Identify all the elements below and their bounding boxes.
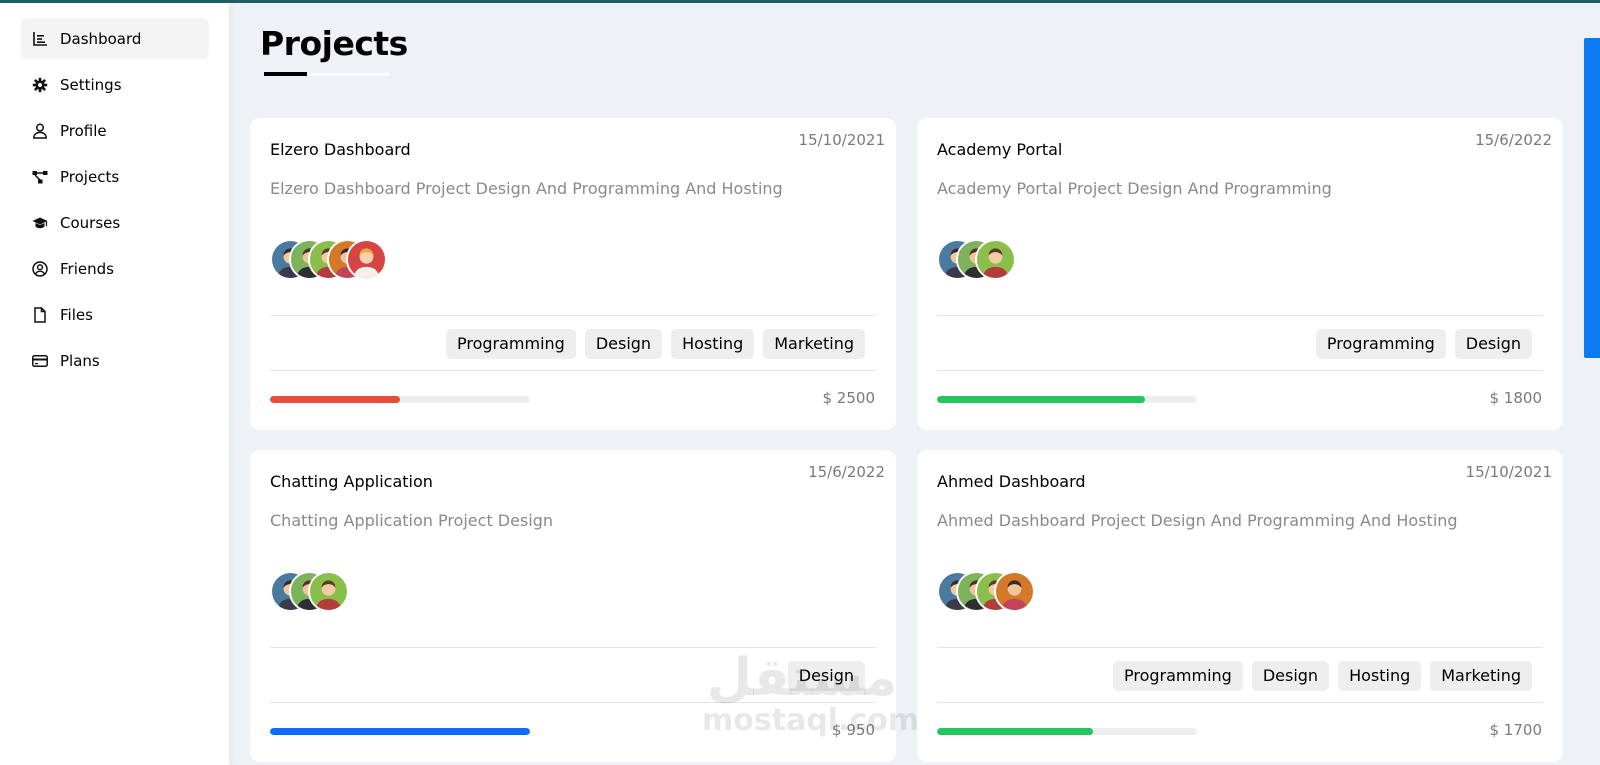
progress-fill [270,396,400,403]
sidebar-item-courses[interactable]: Courses [21,202,209,243]
tag[interactable]: Marketing [763,329,865,359]
tag[interactable]: Marketing [1430,661,1532,691]
tag[interactable]: Design [787,661,865,691]
project-progress-bar [937,728,1197,735]
credit-card-icon [32,353,48,369]
scrollbar-thumb[interactable] [1584,38,1600,358]
project-price: $ 1800 [1489,389,1543,407]
project-description: Academy Portal Project Design And Progra… [937,179,1332,198]
project-title[interactable]: Elzero Dashboard [270,140,411,159]
project-title[interactable]: Chatting Application [270,472,433,491]
project-tags: Programming Design Hosting Marketing [1112,661,1532,691]
sidebar-item-label: Friends [60,259,114,278]
project-title[interactable]: Academy Portal [937,140,1062,159]
user-icon [32,123,48,139]
divider [937,370,1543,371]
sidebar-item-label: Plans [60,351,100,370]
divider [270,647,876,648]
avatar[interactable] [994,571,1035,612]
divider [937,702,1543,703]
project-price: $ 2500 [822,389,876,407]
project-progress-bar [270,396,530,403]
project-progress-bar [937,396,1197,403]
divider [270,702,876,703]
tag[interactable]: Design [1454,329,1532,359]
title-underline [264,72,307,76]
tag[interactable]: Design [1251,661,1330,691]
project-tags: Programming Design Hosting Marketing [445,329,865,359]
sidebar-item-label: Profile [60,121,107,140]
sidebar-item-plans[interactable]: Plans [21,340,209,381]
avatar[interactable] [308,571,349,612]
sidebar: Dashboard Settings Profile Projects Cour… [0,3,229,765]
project-date: 15/10/2021 [798,131,885,149]
project-progress-bar [270,728,530,735]
sidebar-item-dashboard[interactable]: Dashboard [21,18,209,59]
project-card-ahmed-dashboard: 15/10/2021 Ahmed Dashboard Ahmed Dashboa… [917,450,1563,762]
user-circle-icon [32,260,48,277]
project-card-chatting-application: 15/6/2022 Chatting Application Chatting … [250,450,896,762]
tag[interactable]: Programming [1315,329,1446,359]
page-title: Projects [260,24,408,63]
sidebar-item-label: Dashboard [60,29,142,48]
sidebar-item-projects[interactable]: Projects [21,156,209,197]
sidebar-item-settings[interactable]: Settings [21,64,209,105]
progress-fill [270,728,530,735]
project-tags: Design [787,661,865,691]
sidebar-item-label: Courses [60,213,121,232]
project-card-academy-portal: 15/6/2022 Academy Portal Academy Portal … [917,118,1563,430]
sidebar-item-label: Settings [60,75,122,94]
diagram-icon [32,169,48,185]
sidebar-item-friends[interactable]: Friends [21,248,209,289]
tag[interactable]: Programming [1112,661,1243,691]
project-price: $ 950 [832,721,875,739]
sidebar-item-label: Files [60,305,93,324]
project-tags: Programming Design [1315,329,1532,359]
project-team-avatars [937,239,1016,281]
project-description: Ahmed Dashboard Project Design And Progr… [937,511,1458,530]
divider [270,315,876,316]
project-price: $ 1700 [1489,721,1543,739]
avatar[interactable] [346,239,387,280]
divider [937,647,1543,648]
progress-fill [937,396,1145,403]
divider [937,315,1543,316]
project-date: 15/6/2022 [1475,131,1552,149]
avatar[interactable] [975,239,1016,280]
sidebar-item-label: Projects [60,167,120,186]
tag[interactable]: Hosting [671,329,755,359]
top-border [0,0,1600,3]
chart-icon [32,31,48,47]
tag[interactable]: Design [584,329,663,359]
project-team-avatars [270,239,387,281]
project-description: Elzero Dashboard Project Design And Prog… [270,179,783,198]
sidebar-item-files[interactable]: Files [21,294,209,335]
project-date: 15/10/2021 [1465,463,1552,481]
project-description: Chatting Application Project Design [270,511,554,530]
project-card-elzero-dashboard: 15/10/2021 Elzero Dashboard Elzero Dashb… [250,118,896,430]
graduation-cap-icon [32,215,48,231]
sidebar-item-profile[interactable]: Profile [21,110,209,151]
progress-fill [937,728,1093,735]
file-icon [32,306,48,323]
project-team-avatars [937,571,1035,613]
gear-icon [32,77,48,93]
project-title[interactable]: Ahmed Dashboard [937,472,1086,491]
project-date: 15/6/2022 [808,463,885,481]
tag[interactable]: Hosting [1338,661,1422,691]
tag[interactable]: Programming [445,329,576,359]
project-team-avatars [270,571,349,613]
divider [270,370,876,371]
